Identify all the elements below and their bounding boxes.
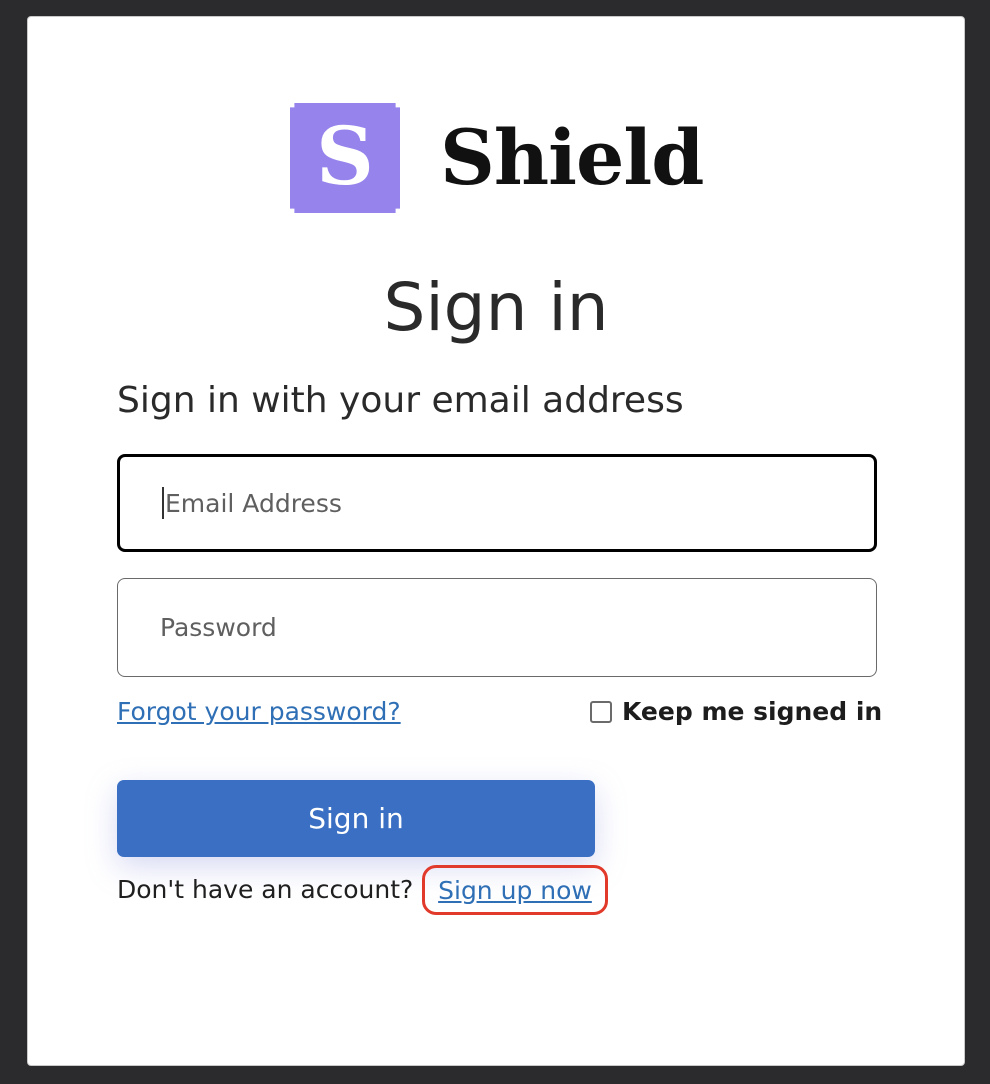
sign-up-link[interactable]: Sign up now <box>438 876 592 905</box>
keep-signed-in[interactable]: Keep me signed in <box>590 697 882 726</box>
sign-in-button[interactable]: Sign in <box>117 780 595 857</box>
email-placeholder: Email Address <box>165 488 342 518</box>
brand-logo: S Shield <box>290 103 704 213</box>
email-field[interactable]: Email Address <box>117 454 877 552</box>
form-subtitle: Sign in with your email address <box>117 380 684 421</box>
forgot-password-link[interactable]: Forgot your password? <box>117 697 401 726</box>
signin-card: S Shield Sign in Sign in with your email… <box>27 16 965 1066</box>
shield-logo-icon: S <box>290 103 400 213</box>
page-title: Sign in <box>383 269 609 346</box>
keep-signed-in-label: Keep me signed in <box>622 697 883 726</box>
signup-highlight: Sign up now <box>422 865 608 915</box>
password-placeholder: Password <box>160 613 277 642</box>
password-field[interactable]: Password <box>117 578 877 677</box>
text-caret <box>162 487 164 519</box>
brand-name: Shield <box>440 113 704 202</box>
keep-signed-in-checkbox[interactable] <box>590 700 612 723</box>
logo-letter: S <box>316 109 374 203</box>
no-account-text: Don't have an account? <box>117 875 414 904</box>
